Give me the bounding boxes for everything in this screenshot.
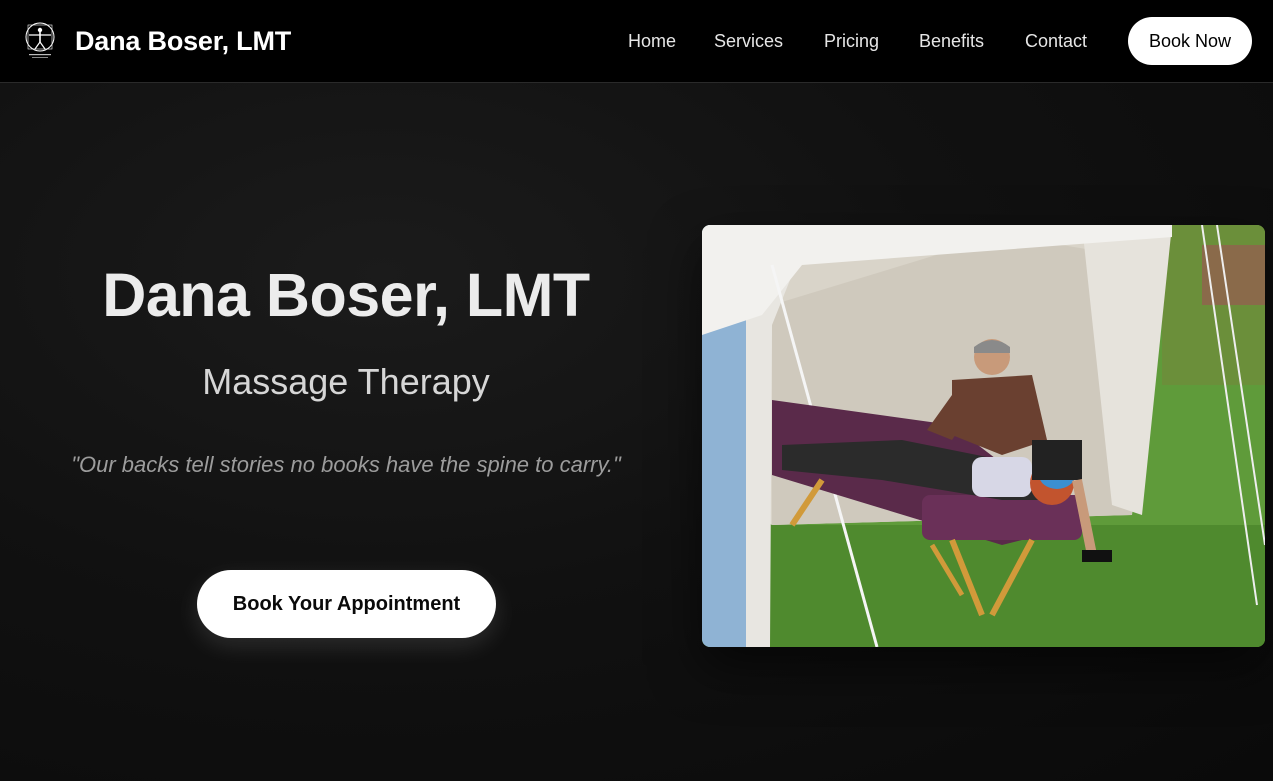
book-now-button[interactable]: Book Now: [1128, 17, 1252, 65]
brand-name[interactable]: Dana Boser, LMT: [75, 24, 291, 58]
nav-services-link[interactable]: Services: [714, 29, 783, 53]
site-header: Dana Boser, LMT Home Services Pricing Be…: [0, 0, 1273, 83]
nav-pricing-link[interactable]: Pricing: [824, 29, 879, 53]
page: Dana Boser, LMT Home Services Pricing Be…: [0, 0, 1273, 781]
hero-photo: [702, 225, 1265, 647]
nav-contact-link[interactable]: Contact: [1025, 29, 1087, 53]
nav-home-link[interactable]: Home: [628, 29, 676, 53]
vitruvian-man-logo-icon[interactable]: [24, 21, 56, 61]
hero-quote: "Our backs tell stories no books have th…: [71, 452, 621, 477]
massage-tent-photo: [702, 225, 1265, 647]
nav-benefits-link[interactable]: Benefits: [919, 29, 984, 53]
book-appointment-button[interactable]: Book Your Appointment: [197, 570, 496, 638]
hero-subtitle: Massage Therapy: [202, 361, 490, 402]
hero-title: Dana Boser, LMT: [102, 261, 590, 329]
